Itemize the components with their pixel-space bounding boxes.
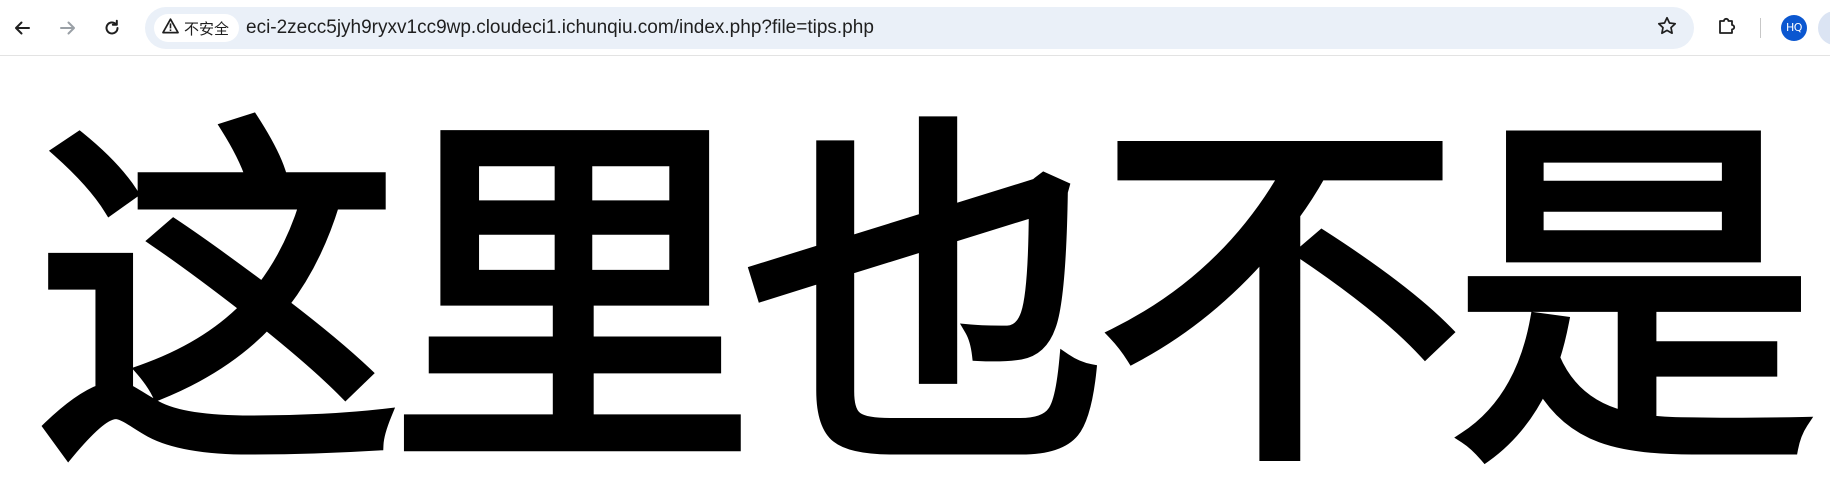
security-label: 不安全 [184, 19, 230, 38]
browser-toolbar: 不安全 eci-2zecc5jyh9ryxv1cc9wp.cloudeci1.i… [0, 0, 1830, 56]
warning-triangle-icon [162, 18, 179, 38]
page-content: 这里也不是 [0, 57, 1830, 500]
page-heading: 这里也不是 [36, 89, 1816, 500]
extensions-button[interactable] [1711, 12, 1743, 44]
back-arrow-icon [12, 18, 32, 38]
bookmark-button[interactable] [1654, 15, 1680, 41]
puzzle-icon [1716, 15, 1738, 41]
reload-icon [102, 18, 122, 38]
profile-avatar[interactable]: HQ [1781, 15, 1807, 41]
toolbar-overflow-chip[interactable] [1818, 11, 1830, 45]
back-button[interactable] [4, 10, 40, 46]
url-text[interactable]: eci-2zecc5jyh9ryxv1cc9wp.cloudeci1.ichun… [246, 7, 874, 49]
toolbar-divider [1760, 18, 1761, 38]
reload-button[interactable] [94, 10, 130, 46]
forward-button[interactable] [50, 10, 86, 46]
forward-arrow-icon [58, 18, 78, 38]
star-icon [1657, 16, 1677, 40]
address-bar[interactable]: 不安全 eci-2zecc5jyh9ryxv1cc9wp.cloudeci1.i… [145, 7, 1694, 49]
site-security-chip[interactable]: 不安全 [154, 14, 240, 42]
